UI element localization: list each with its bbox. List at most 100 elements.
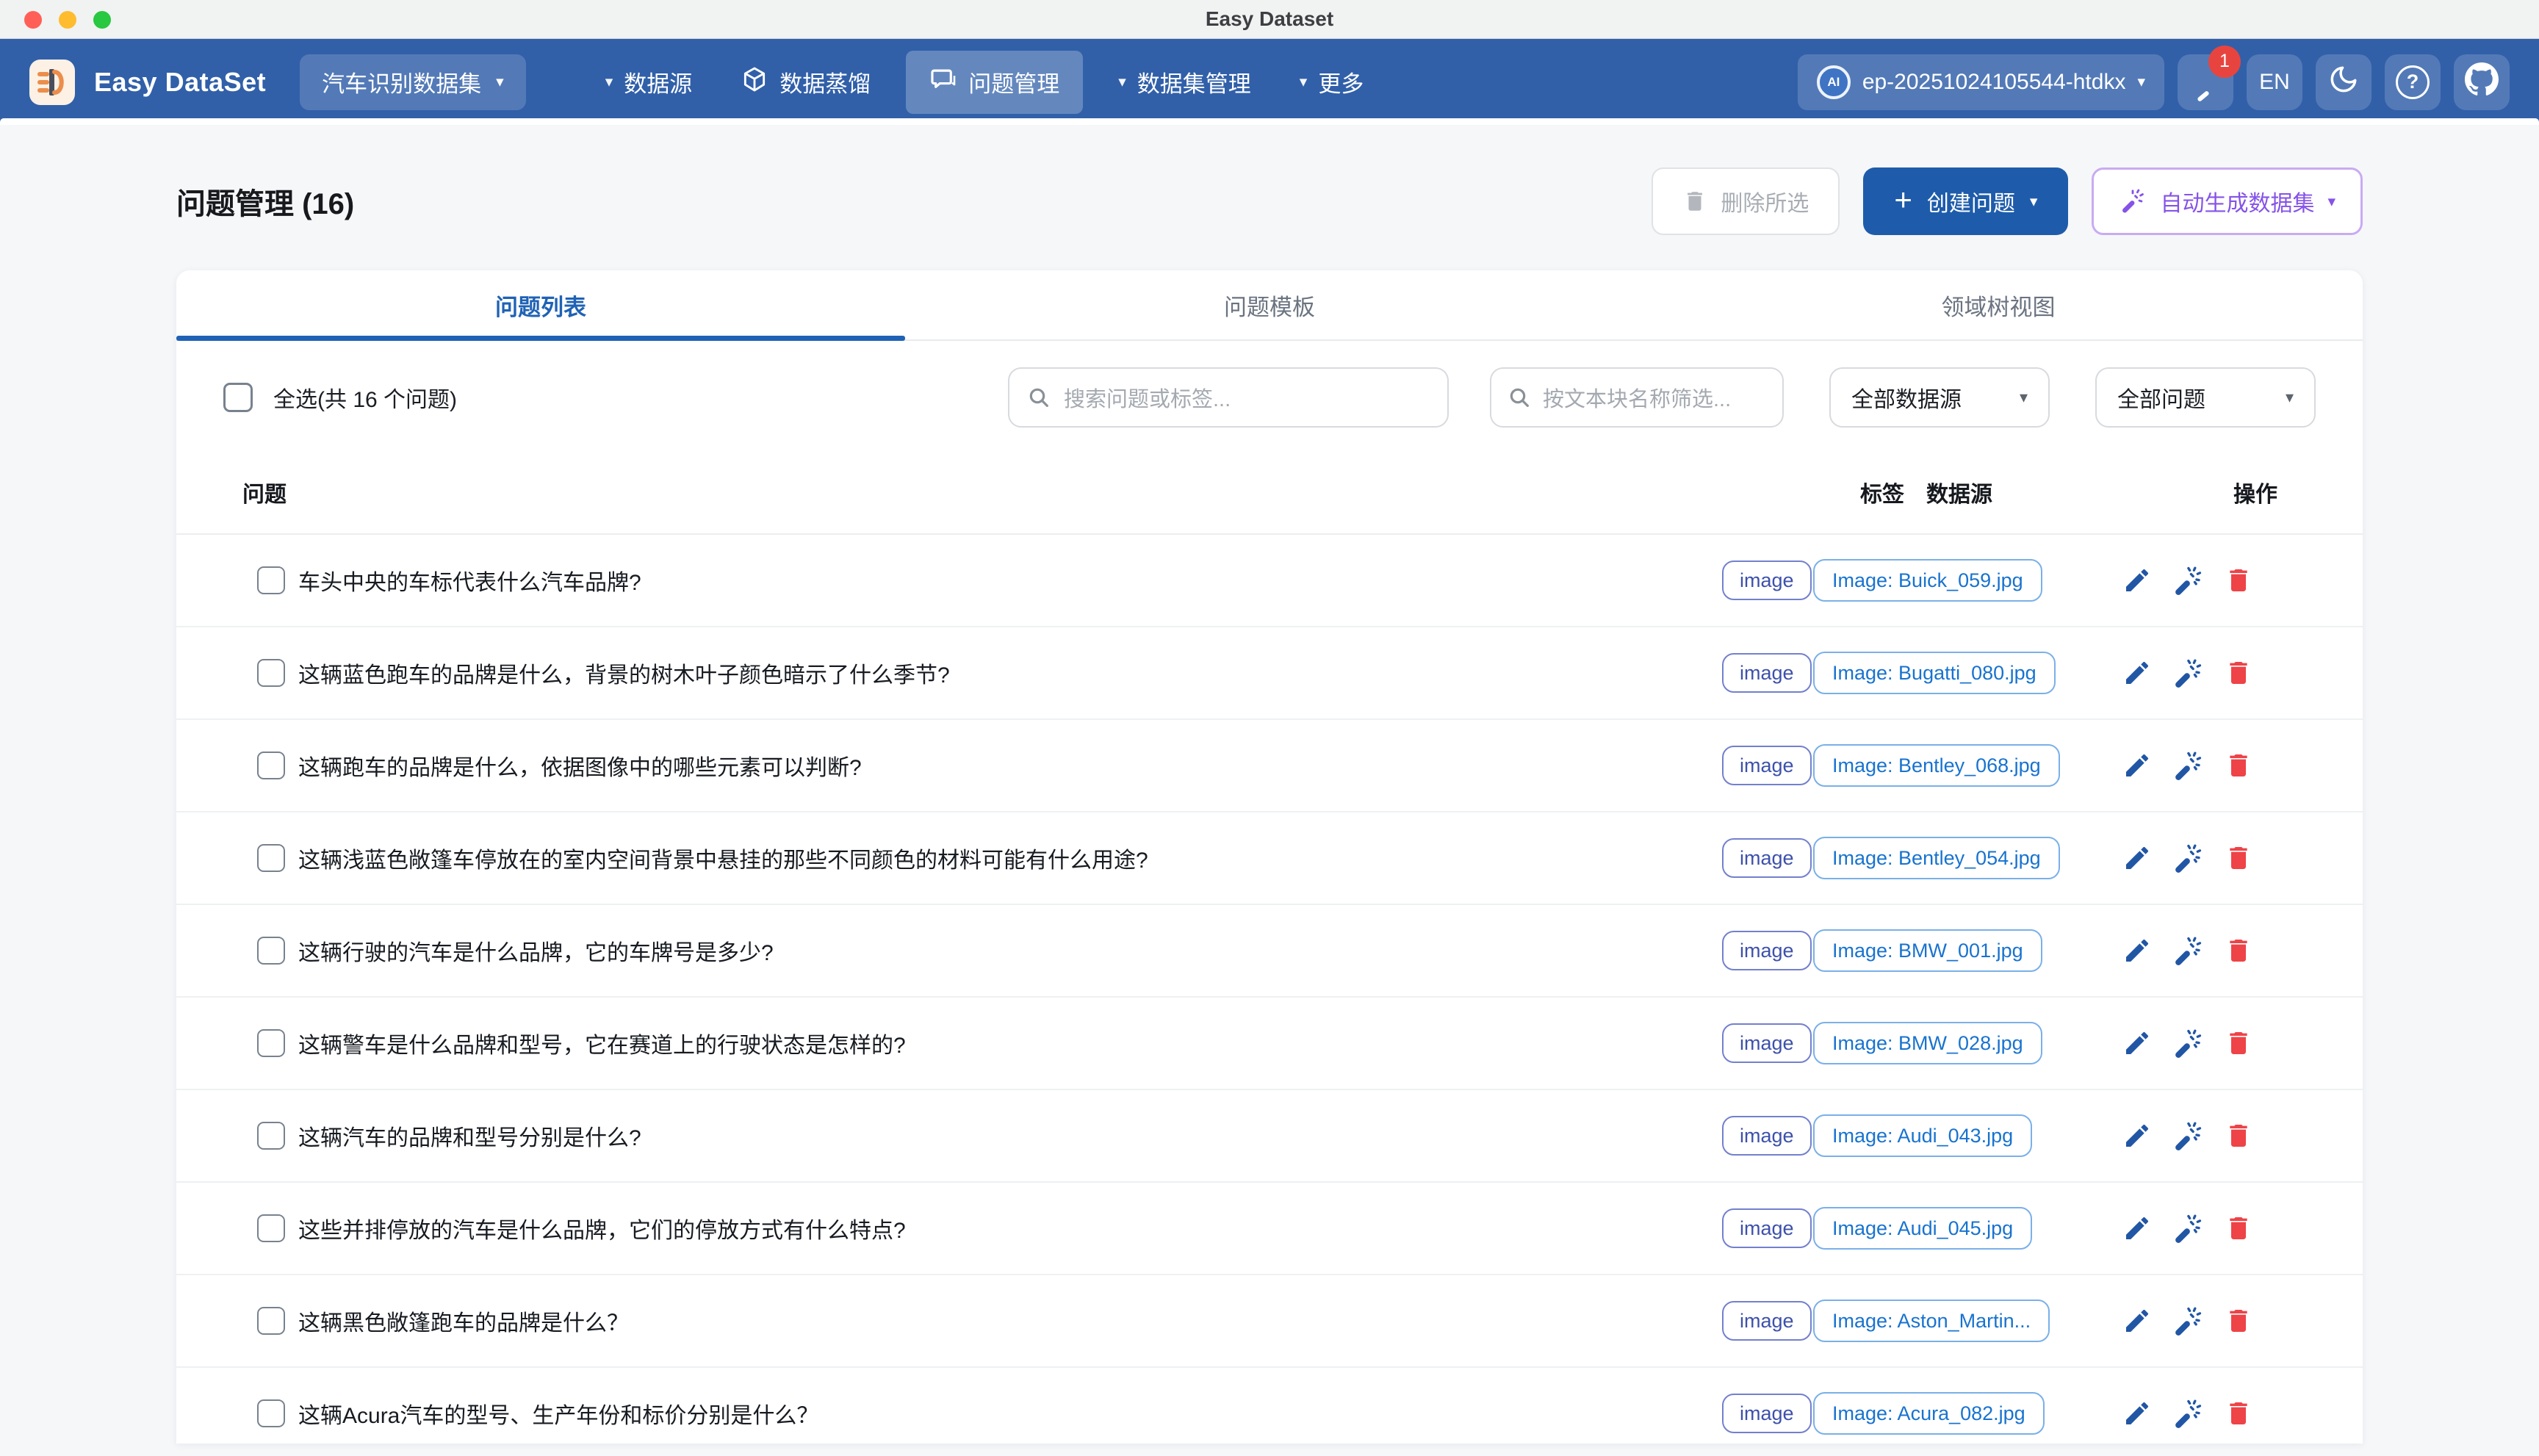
tag-chip[interactable]: image bbox=[1722, 1394, 1812, 1433]
nav-item-question-management[interactable]: 问题管理 bbox=[906, 51, 1083, 114]
pencil-icon bbox=[2122, 751, 2152, 780]
tag-chip[interactable]: image bbox=[1722, 931, 1812, 970]
distill-box-icon bbox=[741, 65, 768, 99]
select-all-checkbox[interactable] bbox=[223, 383, 253, 412]
row-checkbox[interactable] bbox=[257, 1399, 285, 1427]
delete-row-button[interactable] bbox=[2222, 564, 2254, 597]
ai-generate-answer-button[interactable] bbox=[2172, 1120, 2204, 1152]
ai-generate-answer-button[interactable] bbox=[2172, 749, 2204, 782]
github-button[interactable] bbox=[2454, 54, 2510, 110]
tag-chip[interactable]: image bbox=[1722, 1301, 1812, 1341]
dark-mode-toggle-button[interactable] bbox=[2316, 54, 2371, 110]
language-toggle-button[interactable]: EN bbox=[2247, 54, 2302, 110]
minimize-window-button[interactable] bbox=[59, 11, 76, 29]
edit-button[interactable] bbox=[2122, 842, 2153, 874]
model-selector-label: ep-20251024105544-htdkx bbox=[1862, 70, 2126, 95]
tab-question-template[interactable]: 问题模板 bbox=[905, 270, 1634, 339]
source-chip[interactable]: Image: BMW_028.jpg bbox=[1813, 1022, 2042, 1064]
delete-row-button[interactable] bbox=[2222, 1212, 2254, 1244]
delete-row-button[interactable] bbox=[2222, 1397, 2254, 1430]
source-chip[interactable]: Image: Bentley_068.jpg bbox=[1813, 744, 2060, 787]
tag-chip[interactable]: image bbox=[1722, 746, 1812, 785]
delete-row-button[interactable] bbox=[2222, 657, 2254, 689]
delete-row-button[interactable] bbox=[2222, 934, 2254, 967]
row-checkbox[interactable] bbox=[257, 937, 285, 965]
ai-generate-answer-button[interactable] bbox=[2172, 657, 2204, 689]
search-question-input[interactable]: 搜索问题或标签... bbox=[1008, 367, 1449, 428]
source-chip[interactable]: Image: BMW_001.jpg bbox=[1813, 929, 2042, 972]
ai-generate-answer-button[interactable] bbox=[2172, 934, 2204, 967]
edit-button[interactable] bbox=[2122, 1027, 2153, 1059]
nav-item-dataset-management[interactable]: ▾ 数据集管理 bbox=[1105, 51, 1264, 113]
ai-generate-answer-button[interactable] bbox=[2172, 1397, 2204, 1430]
edit-button[interactable] bbox=[2122, 1120, 2153, 1152]
edit-button[interactable] bbox=[2122, 1212, 2153, 1244]
row-checkbox[interactable] bbox=[257, 1214, 285, 1242]
row-checkbox[interactable] bbox=[257, 1029, 285, 1057]
row-actions bbox=[2122, 1212, 2254, 1244]
caret-down-icon: ▾ bbox=[2020, 389, 2028, 406]
auto-generate-dataset-button[interactable]: 自动生成数据集 ▾ bbox=[2092, 167, 2363, 235]
caret-down-icon: ▾ bbox=[2137, 74, 2145, 90]
edit-button[interactable] bbox=[2122, 749, 2153, 782]
row-checkbox[interactable] bbox=[257, 1122, 285, 1150]
delete-row-button[interactable] bbox=[2222, 842, 2254, 874]
search-chunk-placeholder: 按文本块名称筛选... bbox=[1543, 382, 1731, 413]
nav-item-distill[interactable]: 数据蒸馏 bbox=[727, 51, 884, 114]
delete-row-button[interactable] bbox=[2222, 749, 2254, 782]
ai-generate-answer-button[interactable] bbox=[2172, 1212, 2204, 1244]
help-icon: ? bbox=[2396, 65, 2430, 99]
tag-chip[interactable]: image bbox=[1722, 561, 1812, 600]
ai-generate-answer-button[interactable] bbox=[2172, 1027, 2204, 1059]
datasource-filter-value: 全部数据源 bbox=[1851, 381, 1962, 414]
row-checkbox[interactable] bbox=[257, 752, 285, 779]
tag-chip[interactable]: image bbox=[1722, 1208, 1812, 1248]
task-progress-button[interactable]: 1 bbox=[2178, 54, 2233, 110]
row-checkbox[interactable] bbox=[257, 844, 285, 872]
create-question-button[interactable]: + 创建问题 ▾ bbox=[1863, 167, 2068, 235]
tab-question-list[interactable]: 问题列表 bbox=[176, 270, 905, 339]
datasource-filter-dropdown[interactable]: 全部数据源 ▾ bbox=[1829, 367, 2050, 428]
magic-wand-icon bbox=[2172, 1028, 2203, 1059]
source-chip[interactable]: Image: Aston_Martin... bbox=[1813, 1300, 2050, 1342]
nav-item-label: 数据源 bbox=[624, 65, 692, 98]
magic-wand-icon bbox=[2172, 1398, 2203, 1429]
delete-row-button[interactable] bbox=[2222, 1027, 2254, 1059]
source-chip[interactable]: Image: Bugatti_080.jpg bbox=[1813, 652, 2056, 694]
tab-domain-tree[interactable]: 领域树视图 bbox=[1634, 270, 2363, 339]
project-selector-dropdown[interactable]: 汽车识别数据集 ▾ bbox=[300, 54, 526, 110]
edit-button[interactable] bbox=[2122, 934, 2153, 967]
edit-button[interactable] bbox=[2122, 657, 2153, 689]
nav-item-datasource[interactable]: ▾ 数据源 bbox=[592, 51, 706, 113]
nav-item-more[interactable]: ▾ 更多 bbox=[1286, 51, 1377, 113]
tag-chip[interactable]: image bbox=[1722, 1023, 1812, 1063]
source-chip[interactable]: Image: Acura_082.jpg bbox=[1813, 1392, 2045, 1435]
delete-selected-button[interactable]: 删除所选 bbox=[1652, 167, 1840, 235]
ai-generate-answer-button[interactable] bbox=[2172, 564, 2204, 597]
row-checkbox[interactable] bbox=[257, 659, 285, 687]
source-chip[interactable]: Image: Audi_043.jpg bbox=[1813, 1114, 2032, 1157]
tag-chip[interactable]: image bbox=[1722, 653, 1812, 693]
edit-button[interactable] bbox=[2122, 1397, 2153, 1430]
close-window-button[interactable] bbox=[24, 11, 42, 29]
help-button[interactable]: ? bbox=[2385, 54, 2441, 110]
row-checkbox[interactable] bbox=[257, 1307, 285, 1335]
tag-chip[interactable]: image bbox=[1722, 1116, 1812, 1156]
edit-button[interactable] bbox=[2122, 1305, 2153, 1337]
edit-button[interactable] bbox=[2122, 564, 2153, 597]
delete-row-button[interactable] bbox=[2222, 1305, 2254, 1337]
primary-nav: ▾ 数据源 数据蒸馏 问题管理 ▾ 数据集管理 bbox=[592, 51, 1377, 114]
ai-generate-answer-button[interactable] bbox=[2172, 842, 2204, 874]
delete-row-button[interactable] bbox=[2222, 1120, 2254, 1152]
zoom-window-button[interactable] bbox=[93, 11, 111, 29]
source-chip[interactable]: Image: Bentley_054.jpg bbox=[1813, 837, 2060, 879]
row-checkbox[interactable] bbox=[257, 566, 285, 594]
magic-wand-icon bbox=[2119, 187, 2147, 215]
question-filter-dropdown[interactable]: 全部问题 ▾ bbox=[2095, 367, 2316, 428]
ai-generate-answer-button[interactable] bbox=[2172, 1305, 2204, 1337]
tag-chip[interactable]: image bbox=[1722, 838, 1812, 878]
search-chunk-input[interactable]: 按文本块名称筛选... bbox=[1490, 367, 1784, 428]
source-chip[interactable]: Image: Buick_059.jpg bbox=[1813, 559, 2042, 602]
model-selector-dropdown[interactable]: AI ep-20251024105544-htdkx ▾ bbox=[1798, 54, 2164, 110]
source-chip[interactable]: Image: Audi_045.jpg bbox=[1813, 1207, 2032, 1250]
